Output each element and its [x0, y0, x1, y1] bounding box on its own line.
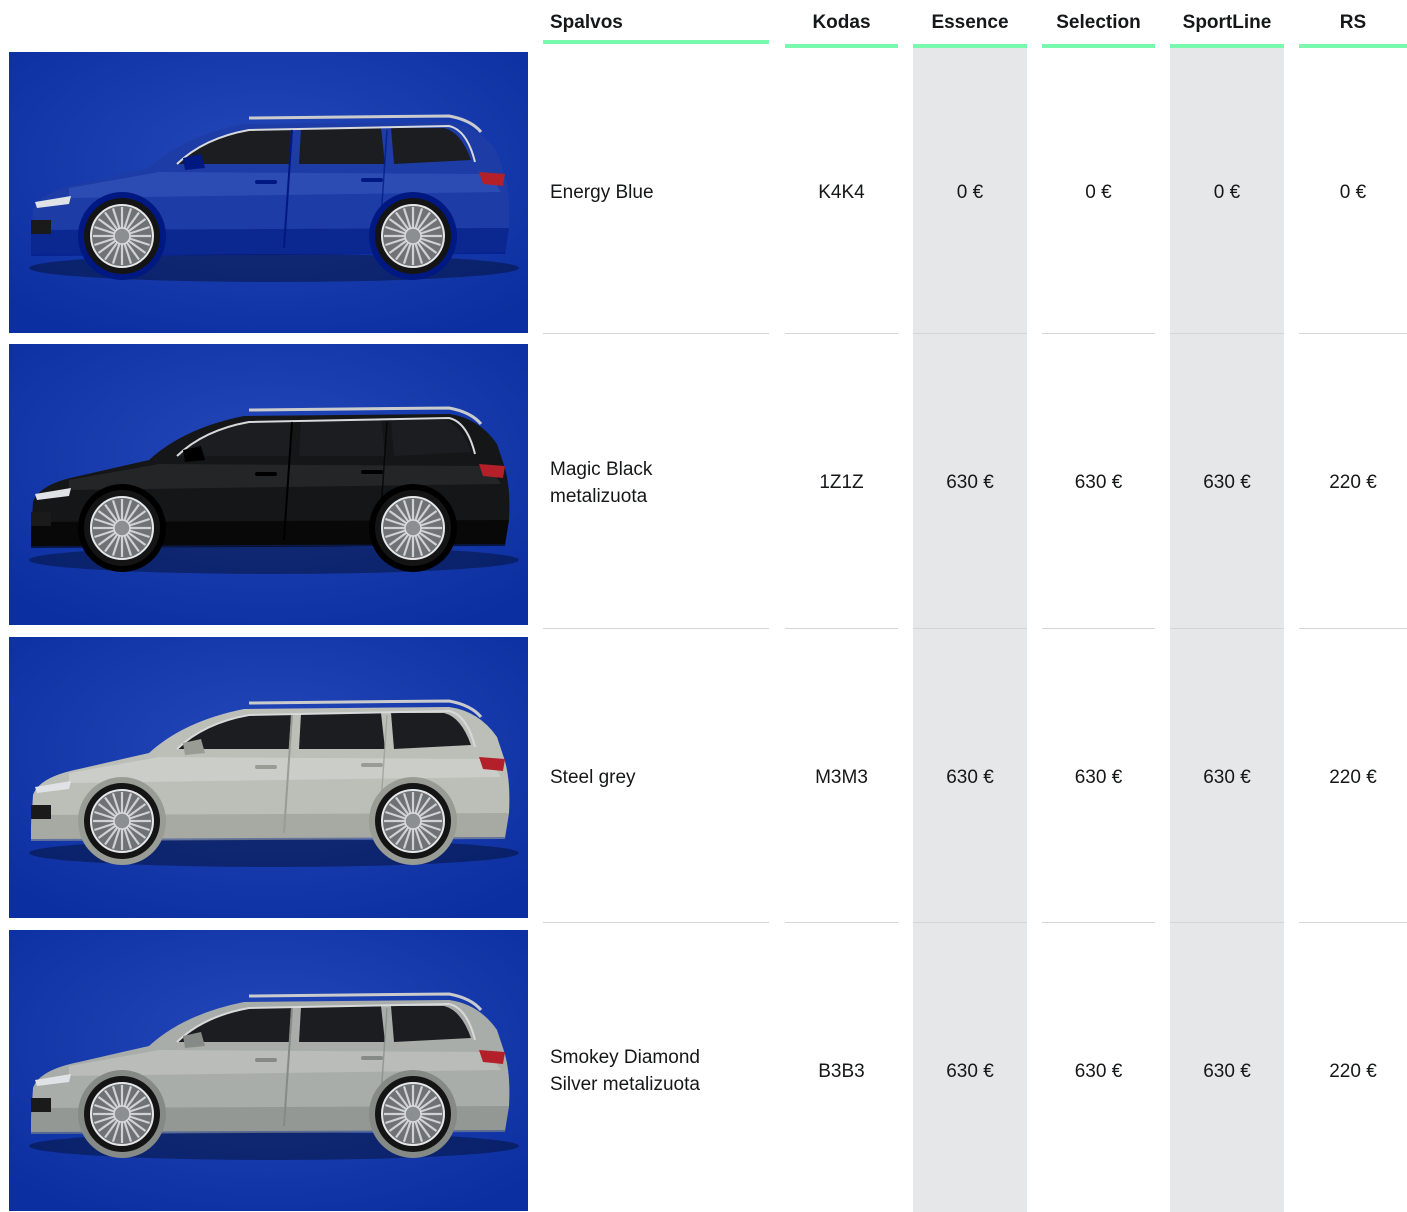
row-3-price-selection: 630 €: [1074, 767, 1123, 788]
row-2-price-sportline: 630 €: [1203, 472, 1251, 493]
row-separator: [913, 628, 1027, 629]
row-3-price-rs: 220 €: [1329, 767, 1377, 788]
wheel-icon: [84, 490, 160, 566]
row-2-price-essence: 630 €: [946, 472, 994, 493]
header-trim-selection: Selection: [1042, 8, 1155, 48]
row-separator: [1299, 628, 1407, 629]
car-image-steel-grey: [9, 637, 528, 918]
row-separator: [1299, 922, 1407, 923]
row-separator: [1042, 922, 1155, 923]
row-separator: [785, 922, 898, 923]
header-trim-rs: RS: [1299, 8, 1407, 48]
header-trim-essence: Essence: [913, 8, 1027, 48]
row-4-price-selection: 630 €: [1074, 1060, 1123, 1082]
row-4-color-name: Smokey Diamond Silver metalizuota: [550, 1047, 700, 1095]
wheel-icon: [84, 198, 160, 274]
row-separator: [913, 333, 1027, 334]
row-separator: [1042, 333, 1155, 334]
row-4-price-essence: 630 €: [946, 1060, 994, 1082]
row-1-price-rs: 0 €: [1339, 182, 1367, 203]
row-2-color-name: Magic Black metalizuota: [550, 458, 653, 507]
header-trim-sportline: SportLine: [1170, 8, 1284, 48]
row-3-price-essence: 630 €: [946, 767, 994, 788]
row-1-price-selection: 0 €: [1085, 182, 1112, 203]
wheel-icon: [375, 490, 451, 566]
row-separator: [1042, 628, 1155, 629]
row-3-code: M3M3: [815, 767, 868, 788]
row-1-code: K4K4: [818, 182, 865, 203]
car-image-magic-black: [9, 344, 528, 625]
row-separator: [543, 922, 769, 923]
row-4-price-sportline: 630 €: [1203, 1060, 1251, 1082]
row-separator: [1170, 333, 1284, 334]
row-separator: [785, 628, 898, 629]
car-image-energy-blue: [9, 52, 528, 333]
row-4-price-rs: 220 €: [1329, 1060, 1377, 1082]
row-2-price-selection: 630 €: [1074, 472, 1123, 493]
row-separator: [543, 333, 769, 334]
row-2-code: 1Z1Z: [819, 472, 864, 493]
header-code: Kodas: [785, 8, 898, 48]
row-separator: [1170, 628, 1284, 629]
row-3-color-name: Steel grey: [550, 767, 636, 788]
row-separator: [543, 628, 769, 629]
car-image-smokey-diamond-silver: [9, 930, 528, 1211]
wheel-icon: [375, 198, 451, 274]
wheel-icon: [84, 783, 160, 859]
row-separator: [1299, 333, 1407, 334]
row-4-code: B3B3: [818, 1060, 865, 1082]
row-1-color-name: Energy Blue: [550, 182, 654, 203]
row-1-price-essence: 0 €: [956, 182, 984, 203]
header-color: Spalvos: [543, 8, 769, 44]
wheel-icon: [375, 783, 451, 859]
row-2-price-rs: 220 €: [1329, 472, 1377, 493]
row-separator: [1170, 922, 1284, 923]
row-separator: [785, 333, 898, 334]
wheel-icon: [375, 1076, 451, 1152]
row-separator: [913, 922, 1027, 923]
wheel-icon: [84, 1076, 160, 1152]
row-3-price-sportline: 630 €: [1203, 767, 1251, 788]
row-1-price-sportline: 0 €: [1213, 182, 1241, 203]
